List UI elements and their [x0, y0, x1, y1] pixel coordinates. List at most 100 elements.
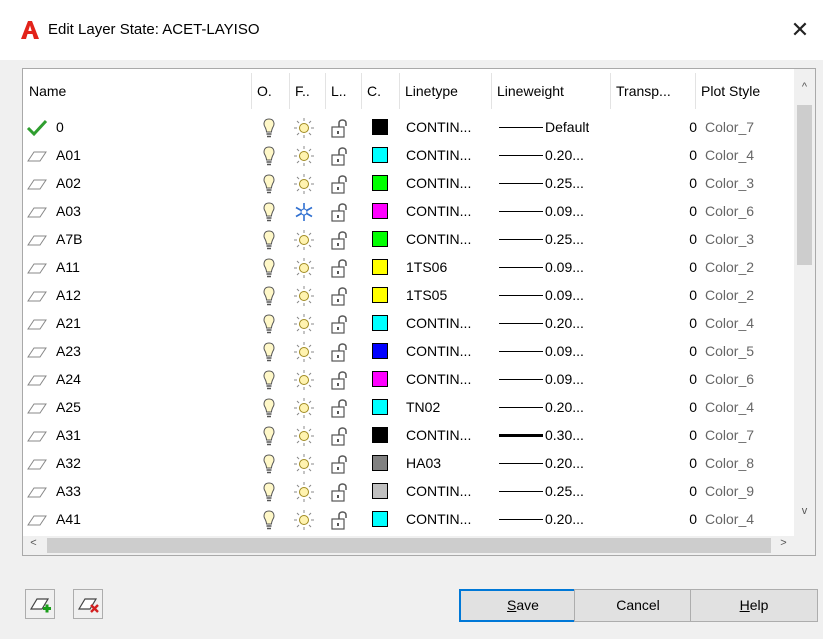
column-divider[interactable]	[251, 73, 252, 109]
layer-color-swatch[interactable]	[372, 259, 388, 275]
layer-unlocked-icon[interactable]	[329, 369, 349, 391]
layer-unlocked-icon[interactable]	[329, 341, 349, 363]
vertical-scroll-thumb[interactable]	[797, 105, 812, 265]
layer-linetype[interactable]: CONTIN...	[406, 309, 471, 337]
layer-linetype[interactable]: TN02	[406, 393, 440, 421]
layer-lineweight[interactable]: 0.20...	[545, 393, 584, 421]
layer-transparency[interactable]: 0	[683, 113, 697, 141]
scroll-down-icon[interactable]: v	[794, 505, 815, 517]
layer-thawed-sun-icon[interactable]	[293, 285, 314, 307]
layer-on-bulb-icon[interactable]	[259, 257, 279, 279]
layer-color-swatch[interactable]	[372, 343, 388, 359]
layer-linetype[interactable]: CONTIN...	[406, 505, 471, 533]
layer-linetype[interactable]: CONTIN...	[406, 197, 471, 225]
layer-unlocked-icon[interactable]	[329, 229, 349, 251]
layer-linetype[interactable]: HA03	[406, 449, 441, 477]
layer-thawed-sun-icon[interactable]	[293, 257, 314, 279]
layer-lineweight[interactable]: 0.30...	[545, 421, 584, 449]
layer-row[interactable]: A11 1TS06 0.09... 0 Color_2	[23, 253, 794, 281]
layer-color-swatch[interactable]	[372, 119, 388, 135]
layer-linetype[interactable]: CONTIN...	[406, 365, 471, 393]
layer-thawed-sun-icon[interactable]	[293, 369, 314, 391]
layer-icon[interactable]	[26, 287, 48, 305]
layer-unlocked-icon[interactable]	[329, 397, 349, 419]
layer-on-bulb-icon[interactable]	[259, 229, 279, 251]
layer-lineweight[interactable]: 0.20...	[545, 141, 584, 169]
column-header-transparency[interactable]: Transp...	[610, 69, 695, 113]
import-layers-button[interactable]	[25, 589, 55, 619]
layer-transparency[interactable]: 0	[683, 309, 697, 337]
help-button[interactable]: Help	[690, 589, 818, 622]
layer-unlocked-icon[interactable]	[329, 509, 349, 531]
layer-color-swatch[interactable]	[372, 511, 388, 527]
layer-icon[interactable]	[26, 399, 48, 417]
layer-thawed-sun-icon[interactable]	[293, 145, 314, 167]
layer-icon[interactable]	[26, 511, 48, 529]
layer-color-swatch[interactable]	[372, 427, 388, 443]
close-button[interactable]: ✕	[777, 10, 823, 50]
layer-unlocked-icon[interactable]	[329, 257, 349, 279]
layer-transparency[interactable]: 0	[683, 169, 697, 197]
layer-icon[interactable]	[26, 147, 48, 165]
layer-lineweight[interactable]: 0.09...	[545, 337, 584, 365]
layer-row[interactable]: A12 1TS05 0.09... 0 Color_2	[23, 281, 794, 309]
layer-color-swatch[interactable]	[372, 287, 388, 303]
layer-transparency[interactable]: 0	[683, 141, 697, 169]
layer-row[interactable]: A32 HA03 0.20... 0 Color_8	[23, 449, 794, 477]
layer-linetype[interactable]: CONTIN...	[406, 337, 471, 365]
layer-color-swatch[interactable]	[372, 315, 388, 331]
layer-on-bulb-icon[interactable]	[259, 117, 279, 139]
layer-icon[interactable]	[26, 259, 48, 277]
layer-on-bulb-icon[interactable]	[259, 145, 279, 167]
column-header-color[interactable]: C.	[361, 69, 399, 113]
column-header-lock[interactable]: L..	[325, 69, 361, 113]
layer-thawed-sun-icon[interactable]	[293, 397, 314, 419]
layer-transparency[interactable]: 0	[683, 477, 697, 505]
layer-linetype[interactable]: CONTIN...	[406, 169, 471, 197]
layer-thawed-sun-icon[interactable]	[293, 173, 314, 195]
layer-thawed-sun-icon[interactable]	[293, 341, 314, 363]
column-header-linetype[interactable]: Linetype	[399, 69, 491, 113]
layer-icon[interactable]	[26, 343, 48, 361]
column-divider[interactable]	[361, 73, 362, 109]
column-header-lineweight[interactable]: Lineweight	[491, 69, 610, 113]
layer-icon[interactable]	[26, 175, 48, 193]
column-divider[interactable]	[491, 73, 492, 109]
layer-on-bulb-icon[interactable]	[259, 201, 279, 223]
layer-lineweight[interactable]: 0.25...	[545, 169, 584, 197]
layer-on-bulb-icon[interactable]	[259, 425, 279, 447]
layer-linetype[interactable]: 1TS05	[406, 281, 447, 309]
layer-lineweight[interactable]: 0.25...	[545, 225, 584, 253]
layer-unlocked-icon[interactable]	[329, 145, 349, 167]
column-divider[interactable]	[289, 73, 290, 109]
layer-row[interactable]: A31 CONTIN... 0.30... 0 Color_7	[23, 421, 794, 449]
layer-linetype[interactable]: CONTIN...	[406, 225, 471, 253]
column-divider[interactable]	[325, 73, 326, 109]
layer-lineweight[interactable]: 0.09...	[545, 253, 584, 281]
layer-unlocked-icon[interactable]	[329, 481, 349, 503]
cancel-button[interactable]: Cancel	[574, 589, 702, 622]
layer-on-bulb-icon[interactable]	[259, 397, 279, 419]
layer-row[interactable]: A33 CONTIN... 0.25... 0 Color_9	[23, 477, 794, 505]
layer-thawed-sun-icon[interactable]	[293, 481, 314, 503]
layer-on-bulb-icon[interactable]	[259, 313, 279, 335]
layer-thawed-sun-icon[interactable]	[293, 313, 314, 335]
layer-icon[interactable]	[26, 483, 48, 501]
layer-transparency[interactable]: 0	[683, 365, 697, 393]
layer-row[interactable]: A7B CONTIN... 0.25... 0 Color_3	[23, 225, 794, 253]
layer-linetype[interactable]: CONTIN...	[406, 477, 471, 505]
layer-thawed-sun-icon[interactable]	[293, 229, 314, 251]
layer-lineweight[interactable]: 0.20...	[545, 449, 584, 477]
scroll-right-icon[interactable]: >	[773, 537, 794, 549]
save-button[interactable]: Save	[459, 589, 587, 622]
column-header-name[interactable]: Name	[23, 69, 251, 113]
current-layer-check-icon[interactable]	[26, 119, 48, 137]
layer-unlocked-icon[interactable]	[329, 453, 349, 475]
layer-linetype[interactable]: 1TS06	[406, 253, 447, 281]
layer-row[interactable]: A01 CONTIN... 0.20... 0 Color_4	[23, 141, 794, 169]
layer-list[interactable]: Name O. F.. L.. C. Linetype Lineweight Transp..…	[22, 68, 816, 556]
layer-row[interactable]: A41 CONTIN... 0.20... 0 Color_4	[23, 505, 794, 533]
layer-icon[interactable]	[26, 455, 48, 473]
layer-row[interactable]: 0 CONTIN... Default 0 Color_7	[23, 113, 794, 141]
column-header-freeze[interactable]: F..	[289, 69, 325, 113]
